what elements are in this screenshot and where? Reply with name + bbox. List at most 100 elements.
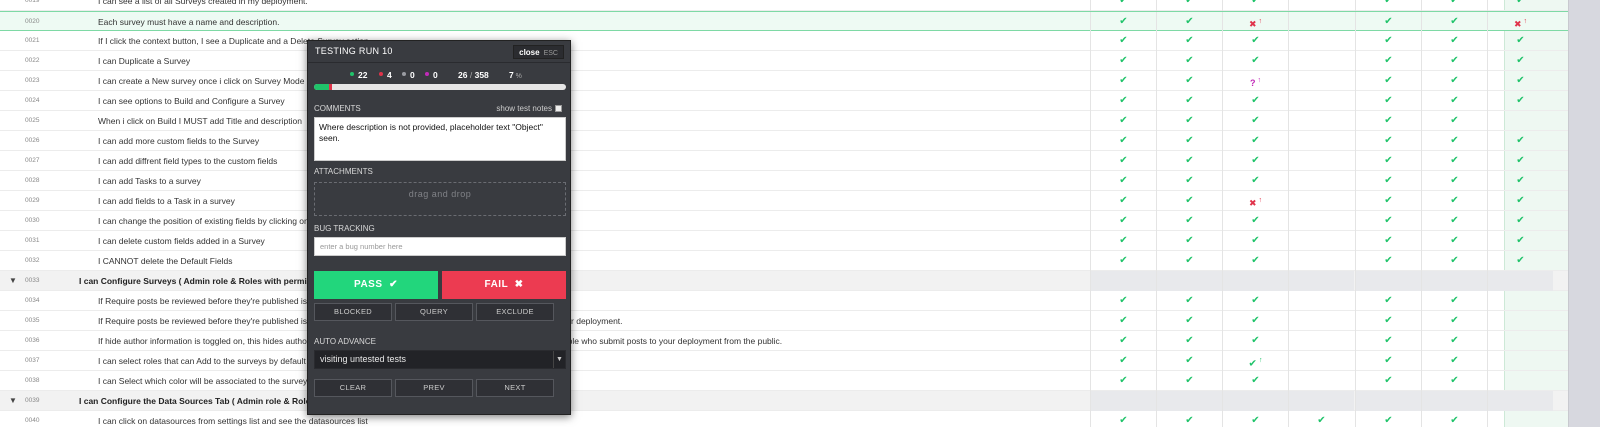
pass-check-icon[interactable]: ✔	[1222, 131, 1288, 151]
pass-check-icon[interactable]: ✔	[1487, 131, 1553, 151]
pass-check-icon[interactable]: ✔	[1421, 191, 1487, 211]
pass-check-icon[interactable]: ✔	[1421, 311, 1487, 331]
fail-button[interactable]: FAIL ✖	[442, 271, 566, 299]
pass-check-icon[interactable]: ✔	[1487, 151, 1553, 171]
pass-check-icon[interactable]: ✔	[1156, 331, 1222, 351]
pass-check-icon[interactable]: ✔	[1421, 0, 1487, 11]
pass-check-icon[interactable]: ✔	[1421, 71, 1487, 91]
pass-check-icon[interactable]: ✔	[1090, 12, 1156, 32]
pass-check-icon[interactable]: ✔	[1156, 251, 1222, 271]
pass-check-icon[interactable]: ✔	[1090, 311, 1156, 331]
pass-check-icon[interactable]: ✔	[1421, 211, 1487, 231]
pass-check-icon[interactable]: ✔	[1355, 411, 1421, 427]
pass-check-icon[interactable]: ✔	[1222, 31, 1288, 51]
pass-check-icon[interactable]: ✔	[1421, 371, 1487, 391]
empty-result-cell[interactable]	[1487, 271, 1553, 291]
pass-check-icon[interactable]: ✔	[1156, 351, 1222, 371]
pass-check-icon[interactable]: ✔	[1156, 231, 1222, 251]
pass-button[interactable]: PASS ✔	[314, 271, 438, 299]
empty-result-cell[interactable]	[1421, 391, 1487, 411]
group-row[interactable]: ▼ 0033 I can Configure Surveys ( Admin rol…	[0, 271, 1600, 291]
pass-check-icon[interactable]: ✔	[1487, 71, 1553, 91]
attachment-dropzone[interactable]: drag and drop	[314, 182, 566, 216]
query-mark-icon[interactable]: ? ↑	[1222, 71, 1288, 91]
pass-check-icon[interactable]: ✔	[1090, 191, 1156, 211]
pass-check-icon[interactable]: ✔	[1090, 231, 1156, 251]
pass-check-icon[interactable]: ✔	[1355, 291, 1421, 311]
table-row[interactable]: 0021 If I click the context button, I see…	[0, 31, 1600, 51]
pass-check-icon[interactable]: ✔	[1288, 411, 1354, 427]
pass-check-icon[interactable]: ✔	[1222, 51, 1288, 71]
pass-check-icon[interactable]: ✔	[1421, 411, 1487, 427]
pass-check-icon[interactable]: ✔	[1421, 351, 1487, 371]
pass-check-icon[interactable]: ✔	[1355, 71, 1421, 91]
table-row[interactable]: 0023 I can create a New survey once i cli…	[0, 71, 1600, 91]
empty-result-cell[interactable]	[1288, 31, 1354, 51]
pass-check-icon[interactable]: ✔	[1421, 231, 1487, 251]
pass-check-icon[interactable]: ✔ ↑	[1222, 351, 1288, 371]
pass-check-icon[interactable]: ✔	[1222, 291, 1288, 311]
empty-result-cell[interactable]	[1487, 111, 1553, 131]
pass-check-icon[interactable]: ✔	[1222, 91, 1288, 111]
pass-check-icon[interactable]: ✔	[1355, 331, 1421, 351]
close-button[interactable]: close ESC	[513, 45, 564, 59]
pass-check-icon[interactable]: ✔	[1090, 131, 1156, 151]
empty-result-cell[interactable]	[1288, 391, 1354, 411]
table-row[interactable]: 0027 I can add diffrent field types to th…	[0, 151, 1600, 171]
pass-check-icon[interactable]: ✔	[1421, 331, 1487, 351]
pass-check-icon[interactable]: ✔	[1487, 31, 1553, 51]
checkbox[interactable]	[555, 105, 562, 112]
empty-result-cell[interactable]	[1288, 131, 1354, 151]
empty-result-cell[interactable]	[1288, 331, 1354, 351]
prev-button[interactable]: PREV	[395, 379, 473, 397]
pass-check-icon[interactable]: ✔	[1090, 51, 1156, 71]
table-row[interactable]: 0031 I can delete custom fields added in …	[0, 231, 1600, 251]
pass-check-icon[interactable]: ✔	[1222, 411, 1288, 427]
empty-result-cell[interactable]	[1288, 151, 1354, 171]
pass-check-icon[interactable]: ✔	[1090, 71, 1156, 91]
pass-check-icon[interactable]: ✔	[1487, 0, 1553, 11]
empty-result-cell[interactable]	[1487, 351, 1553, 371]
empty-result-cell[interactable]	[1288, 91, 1354, 111]
empty-result-cell[interactable]	[1487, 291, 1553, 311]
pass-check-icon[interactable]: ✔	[1090, 351, 1156, 371]
pass-check-icon[interactable]: ✔	[1355, 251, 1421, 271]
pass-check-icon[interactable]: ✔	[1355, 12, 1421, 32]
empty-result-cell[interactable]	[1222, 271, 1288, 291]
pass-check-icon[interactable]: ✔	[1090, 371, 1156, 391]
empty-result-cell[interactable]	[1288, 311, 1354, 331]
pass-check-icon[interactable]: ✔	[1421, 111, 1487, 131]
pass-check-icon[interactable]: ✔	[1156, 51, 1222, 71]
pass-check-icon[interactable]: ✔	[1355, 231, 1421, 251]
bug-number-input[interactable]: enter a bug number here	[314, 237, 566, 256]
empty-result-cell[interactable]	[1156, 271, 1222, 291]
pass-check-icon[interactable]: ✔	[1355, 211, 1421, 231]
table-row[interactable]: 0028 I can add Tasks to a survey ✔ ✔ ✔ ✔ ✔ ✔	[0, 171, 1600, 191]
pass-check-icon[interactable]: ✔	[1156, 151, 1222, 171]
pass-check-icon[interactable]: ✔	[1090, 91, 1156, 111]
pass-check-icon[interactable]: ✔	[1421, 131, 1487, 151]
pass-check-icon[interactable]: ✔	[1355, 111, 1421, 131]
fail-label[interactable]: FAIL	[485, 279, 508, 290]
pass-check-icon[interactable]: ✔	[1355, 191, 1421, 211]
pass-check-icon[interactable]: ✔	[1421, 171, 1487, 191]
pass-check-icon[interactable]: ✔	[1156, 311, 1222, 331]
pass-check-icon[interactable]: ✔	[1421, 51, 1487, 71]
empty-result-cell[interactable]	[1487, 331, 1553, 351]
empty-result-cell[interactable]	[1288, 211, 1354, 231]
exclude-button[interactable]: EXCLUDE	[476, 303, 554, 321]
pass-check-icon[interactable]: ✔	[1156, 111, 1222, 131]
table-row[interactable]: 0024 I can see options to Build and Confi…	[0, 91, 1600, 111]
pass-check-icon[interactable]: ✔	[1156, 131, 1222, 151]
empty-result-cell[interactable]	[1355, 271, 1421, 291]
pass-check-icon[interactable]: ✔	[1090, 411, 1156, 427]
pass-check-icon[interactable]: ✔	[1487, 231, 1553, 251]
comments-textarea[interactable]: Where description is not provided, place…	[314, 117, 566, 161]
pass-check-icon[interactable]: ✔	[1222, 211, 1288, 231]
query-button[interactable]: QUERY	[395, 303, 473, 321]
pass-check-icon[interactable]: ✔	[1156, 211, 1222, 231]
pass-check-icon[interactable]: ✔	[1421, 12, 1487, 32]
group-row[interactable]: ▼ 0039 I can Configure the Data Sources Ta…	[0, 391, 1600, 411]
pass-check-icon[interactable]: ✔	[1421, 91, 1487, 111]
pass-check-icon[interactable]: ✔	[1090, 251, 1156, 271]
